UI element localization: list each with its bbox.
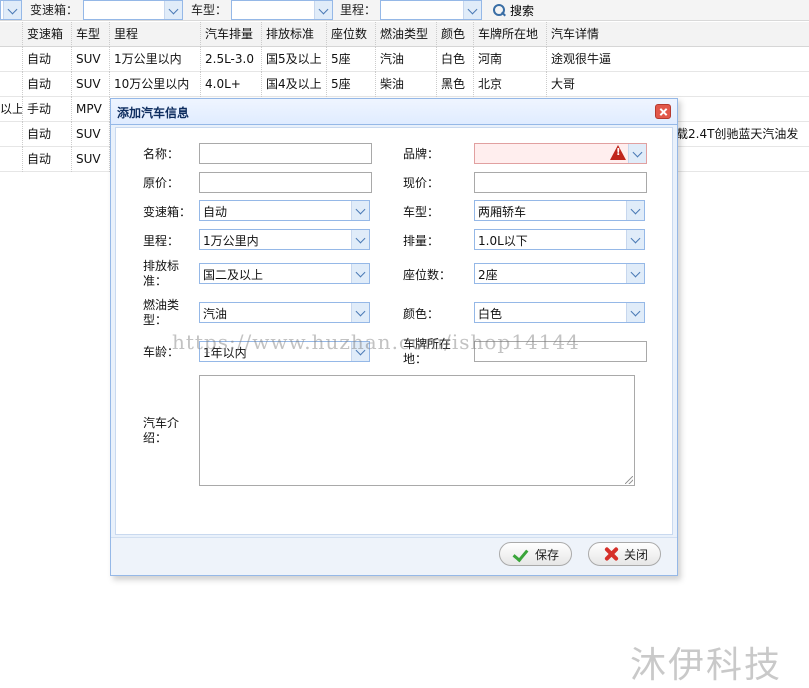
- brand-select[interactable]: [474, 143, 647, 164]
- chevron-down-icon: [351, 230, 369, 249]
- chevron-down-icon: [626, 230, 644, 249]
- brand-watermark: 沐伊科技: [630, 645, 783, 686]
- chevron-down-icon: [463, 1, 481, 19]
- car-type-label: 车型：: [403, 205, 440, 219]
- mileage-filter-select[interactable]: [380, 0, 482, 20]
- chevron-down-icon: [626, 303, 644, 322]
- gearbox-label: 变速箱：: [143, 205, 192, 219]
- close-icon[interactable]: [655, 104, 671, 119]
- column-header[interactable]: 车型: [72, 22, 110, 47]
- gearbox-select[interactable]: 自动: [199, 200, 370, 221]
- name-label: 名称：: [143, 147, 180, 161]
- color-select[interactable]: 白色: [474, 302, 645, 323]
- chevron-down-icon: [314, 1, 332, 19]
- displacement-label: 排量：: [403, 234, 440, 248]
- column-header[interactable]: 燃油类型: [376, 22, 437, 47]
- seats-label: 座位数：: [403, 268, 452, 282]
- mileage-select[interactable]: 1万公里内: [199, 229, 370, 250]
- original-price-label: 原价：: [143, 176, 180, 190]
- type-filter-select[interactable]: [231, 0, 333, 20]
- column-header[interactable]: 排放标准: [262, 22, 327, 47]
- search-button[interactable]: 搜索: [492, 0, 534, 20]
- close-icon: [603, 546, 619, 562]
- search-icon: [492, 3, 506, 17]
- warning-icon: [610, 145, 626, 160]
- table-row[interactable]: 自动 SUV 10万公里以内 4.0L+ 国4及以上 5座 柴油 黑色 北京 大…: [0, 72, 809, 97]
- dialog-header[interactable]: 添加汽车信息: [111, 99, 677, 125]
- search-button-label: 搜索: [510, 3, 535, 18]
- original-price-input[interactable]: [199, 172, 372, 193]
- url-watermark: https://www.huzhan.com/ishop14144: [172, 330, 580, 354]
- current-price-label: 现价：: [403, 176, 440, 190]
- gearbox-filter-label: 变速箱：: [30, 3, 79, 17]
- displacement-select[interactable]: 1.0L以下: [474, 229, 645, 250]
- name-input[interactable]: [199, 143, 372, 164]
- column-header[interactable]: 车牌所在地: [474, 22, 547, 47]
- mileage-label: 里程：: [143, 234, 180, 248]
- emission-select[interactable]: 国二及以上: [199, 263, 370, 284]
- column-header[interactable]: 汽车排量: [201, 22, 262, 47]
- color-label: 颜色：: [403, 307, 440, 321]
- fuel-type-select[interactable]: 汽油: [199, 302, 370, 323]
- column-header[interactable]: 里程: [110, 22, 201, 47]
- chevron-down-icon: [164, 1, 182, 19]
- intro-label: 汽车介 绍：: [143, 416, 180, 445]
- column-header[interactable]: 汽车详情: [547, 22, 809, 47]
- resize-handle-icon[interactable]: [625, 476, 633, 484]
- chevron-down-icon: [351, 303, 369, 322]
- column-header[interactable]: 颜色: [437, 22, 474, 47]
- mileage-filter-label: 里程：: [340, 3, 377, 17]
- chevron-down-icon: [626, 201, 644, 220]
- chevron-down-icon: [351, 264, 369, 283]
- seats-select[interactable]: 2座: [474, 263, 645, 284]
- save-button[interactable]: 保存: [499, 542, 573, 566]
- table-header: 变速箱 车型 里程 汽车排量 排放标准 座位数 燃油类型 颜色 车牌所在地 汽车…: [0, 22, 809, 47]
- chevron-down-icon: [626, 264, 644, 283]
- intro-textarea[interactable]: [199, 375, 635, 486]
- car-type-select[interactable]: 两厢轿车: [474, 200, 645, 221]
- check-icon: [514, 547, 530, 561]
- type-filter-label: 车型：: [191, 3, 228, 17]
- emission-label: 排放标 准：: [143, 259, 180, 288]
- fuel-type-label: 燃油类 型：: [143, 298, 180, 327]
- column-header[interactable]: 变速箱: [23, 22, 72, 47]
- prev-filter-dropdown[interactable]: [0, 0, 22, 20]
- chevron-down-icon: [351, 201, 369, 220]
- close-button[interactable]: 关闭: [588, 542, 662, 566]
- current-price-input[interactable]: [474, 172, 647, 193]
- column-header[interactable]: 座位数: [327, 22, 376, 47]
- gearbox-filter-select[interactable]: [83, 0, 183, 20]
- chevron-down-icon: [3, 1, 21, 19]
- dialog-title: 添加汽车信息: [117, 106, 190, 120]
- chevron-down-icon: [628, 144, 646, 163]
- search-toolbar: 变速箱： 车型： 里程： 搜索: [0, 0, 809, 21]
- table-row[interactable]: 自动 SUV 1万公里以内 2.5L-3.0 国5及以上 5座 汽油 白色 河南…: [0, 47, 809, 72]
- brand-label: 品牌：: [403, 147, 440, 161]
